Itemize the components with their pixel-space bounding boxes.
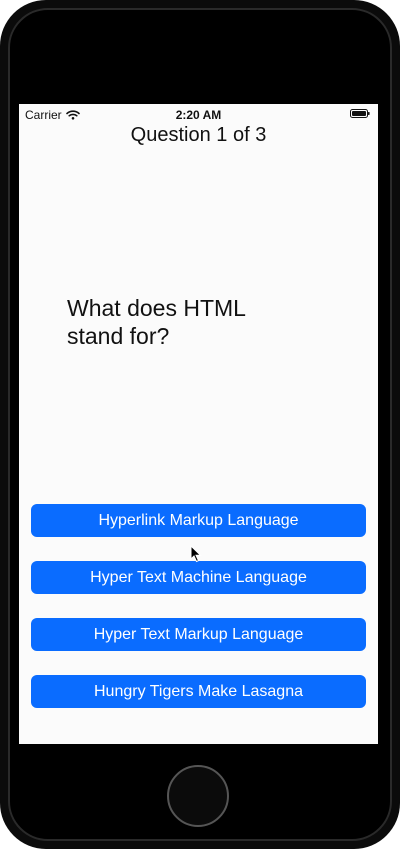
- home-button[interactable]: [167, 765, 229, 827]
- answer-button-2[interactable]: Hyper Text Machine Language: [31, 561, 366, 594]
- question-text: What does HTML stand for?: [67, 295, 246, 349]
- pointer-cursor-icon: [190, 545, 202, 563]
- device-frame: Carrier 2:20 AM Question 1 of 3 What doe…: [0, 0, 400, 849]
- status-bar: Carrier 2:20 AM: [19, 104, 378, 124]
- answer-button-1[interactable]: Hyperlink Markup Language: [31, 504, 366, 537]
- answer-button-3[interactable]: Hyper Text Markup Language: [31, 618, 366, 651]
- answer-button-4[interactable]: Hungry Tigers Make Lasagna: [31, 675, 366, 708]
- status-time: 2:20 AM: [175, 108, 222, 122]
- battery-icon: [350, 109, 370, 118]
- answer-list: Hyperlink Markup Language Hyper Text Mac…: [31, 504, 366, 732]
- app-screen: Carrier 2:20 AM Question 1 of 3 What doe…: [19, 104, 378, 744]
- question-counter: Question 1 of 3: [130, 124, 267, 146]
